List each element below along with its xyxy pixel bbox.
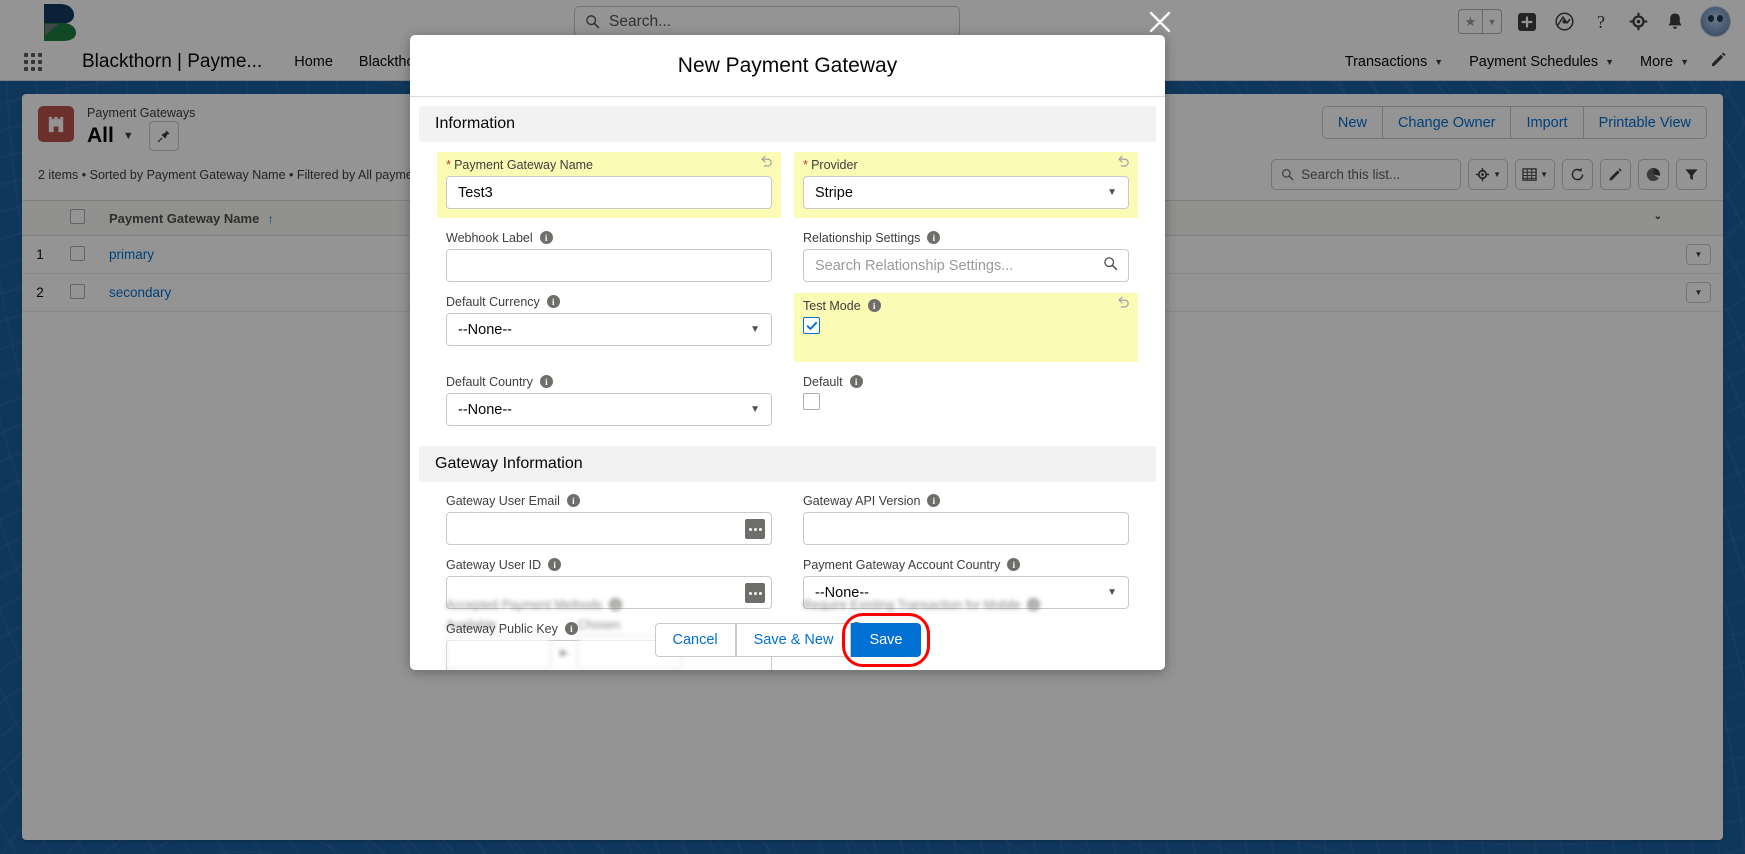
field-label-row: Payment Gateway Account Country i — [803, 556, 1129, 573]
webhook-label-input[interactable] — [446, 249, 772, 282]
provider-value: Stripe — [815, 184, 853, 201]
field-label-row: Test Mode i — [803, 297, 1129, 314]
field-label: Gateway API Version — [803, 493, 921, 508]
field-gateway-user-id: Gateway User ID i — [446, 556, 772, 609]
info-icon[interactable]: i — [927, 231, 941, 244]
undo-icon[interactable] — [1116, 295, 1131, 315]
screen: Search... ★ ▼ ? Blackthorn | Payme... Ho… — [0, 0, 1745, 854]
field-label: Webhook Label — [446, 230, 533, 245]
more-options-icon[interactable] — [745, 519, 765, 539]
relationship-settings-lookup[interactable]: Search Relationship Settings... — [803, 249, 1129, 282]
info-icon[interactable]: i — [1007, 558, 1021, 571]
payment-gateway-name-input[interactable]: Test3 — [446, 176, 772, 209]
field-label: Payment Gateway Name — [454, 157, 594, 172]
info-icon[interactable]: i — [548, 558, 562, 571]
required-asterisk: * — [446, 157, 452, 172]
relationship-settings-placeholder: Search Relationship Settings... — [815, 257, 1014, 274]
field-default-currency: Default Currency i --None-- ▼ — [446, 293, 772, 362]
info-icon[interactable]: i — [867, 299, 881, 312]
search-icon — [1103, 256, 1118, 275]
default-currency-value: --None-- — [458, 321, 512, 338]
test-mode-checkbox[interactable] — [803, 317, 820, 334]
field-label-row: Gateway User ID i — [446, 556, 772, 573]
payment-gateway-account-country-value: --None-- — [815, 584, 869, 601]
chevron-down-icon: ▼ — [750, 324, 760, 335]
field-label-row: * Provider — [803, 156, 1129, 173]
gateway-user-email-input[interactable] — [446, 512, 772, 545]
save-and-new-button[interactable]: Save & New — [735, 623, 852, 657]
new-payment-gateway-modal: New Payment Gateway Information * Paymen… — [410, 35, 1165, 670]
undo-icon[interactable] — [759, 154, 774, 174]
modal-footer: Cancel Save & New Save — [410, 610, 1165, 670]
field-payment-gateway-account-country: Payment Gateway Account Country i --None… — [803, 556, 1129, 609]
field-label: Default Currency — [446, 294, 540, 309]
undo-icon[interactable] — [1116, 154, 1131, 174]
field-label-row: Relationship Settings i — [803, 229, 1129, 246]
info-icon[interactable]: i — [566, 494, 580, 507]
field-label: Gateway User ID — [446, 557, 542, 572]
field-default: Default i — [803, 373, 1129, 426]
save-button-wrapper: Save — [842, 613, 930, 667]
field-label-row: Gateway User Email i — [446, 492, 772, 509]
cancel-button[interactable]: Cancel — [654, 623, 736, 657]
chevron-down-icon: ▼ — [750, 404, 760, 415]
field-gateway-user-email: Gateway User Email i — [446, 492, 772, 545]
info-icon[interactable]: i — [539, 375, 553, 388]
field-label-row: Default Currency i — [446, 293, 772, 310]
field-label: Relationship Settings — [803, 230, 921, 245]
section-heading-information: Information — [419, 106, 1156, 142]
info-icon[interactable]: i — [546, 295, 560, 308]
field-webhook-label: Webhook Label i — [446, 229, 772, 282]
field-default-country: Default Country i --None-- ▼ — [446, 373, 772, 426]
gateway-user-id-input[interactable] — [446, 576, 772, 609]
save-button[interactable]: Save — [851, 623, 921, 657]
more-options-icon[interactable] — [745, 583, 765, 603]
field-label-row: Webhook Label i — [446, 229, 772, 246]
chevron-down-icon: ▼ — [1107, 587, 1117, 598]
info-icon[interactable]: i — [927, 494, 941, 507]
field-label: Provider — [811, 157, 858, 172]
section-heading-gateway-information: Gateway Information — [419, 446, 1156, 482]
default-country-dropdown[interactable]: --None-- ▼ — [446, 393, 772, 426]
provider-dropdown[interactable]: Stripe ▼ — [803, 176, 1129, 209]
field-test-mode: Test Mode i — [794, 293, 1138, 362]
info-icon[interactable]: i — [539, 231, 553, 244]
field-label: Gateway User Email — [446, 493, 560, 508]
required-asterisk: * — [803, 157, 809, 172]
field-gateway-api-version: Gateway API Version i — [803, 492, 1129, 545]
field-label-row: Default Country i — [446, 373, 772, 390]
field-label-row: * Payment Gateway Name — [446, 156, 772, 173]
chevron-down-icon: ▼ — [1107, 187, 1117, 198]
modal-header: New Payment Gateway — [410, 35, 1165, 97]
default-country-value: --None-- — [458, 401, 512, 418]
default-currency-dropdown[interactable]: --None-- ▼ — [446, 313, 772, 346]
field-relationship-settings: Relationship Settings i Search Relations… — [803, 229, 1129, 282]
information-fields-grid: * Payment Gateway Name Test3 * Provider … — [410, 142, 1165, 437]
info-icon[interactable]: i — [849, 375, 863, 388]
field-label: Default Country — [446, 374, 533, 389]
field-provider: * Provider Stripe ▼ — [794, 152, 1138, 218]
field-label-row: Gateway API Version i — [803, 492, 1129, 509]
field-label: Default — [803, 374, 843, 389]
gateway-api-version-input[interactable] — [803, 512, 1129, 545]
payment-gateway-account-country-dropdown[interactable]: --None-- ▼ — [803, 576, 1129, 609]
field-label: Test Mode — [803, 298, 861, 313]
field-label-row: Default i — [803, 373, 1129, 390]
default-checkbox[interactable] — [803, 393, 820, 410]
field-payment-gateway-name: * Payment Gateway Name Test3 — [437, 152, 781, 218]
close-icon[interactable] — [1144, 6, 1176, 38]
field-label: Payment Gateway Account Country — [803, 557, 1001, 572]
modal-title: New Payment Gateway — [677, 53, 898, 77]
modal-body: Information * Payment Gateway Name Test3… — [410, 97, 1165, 670]
